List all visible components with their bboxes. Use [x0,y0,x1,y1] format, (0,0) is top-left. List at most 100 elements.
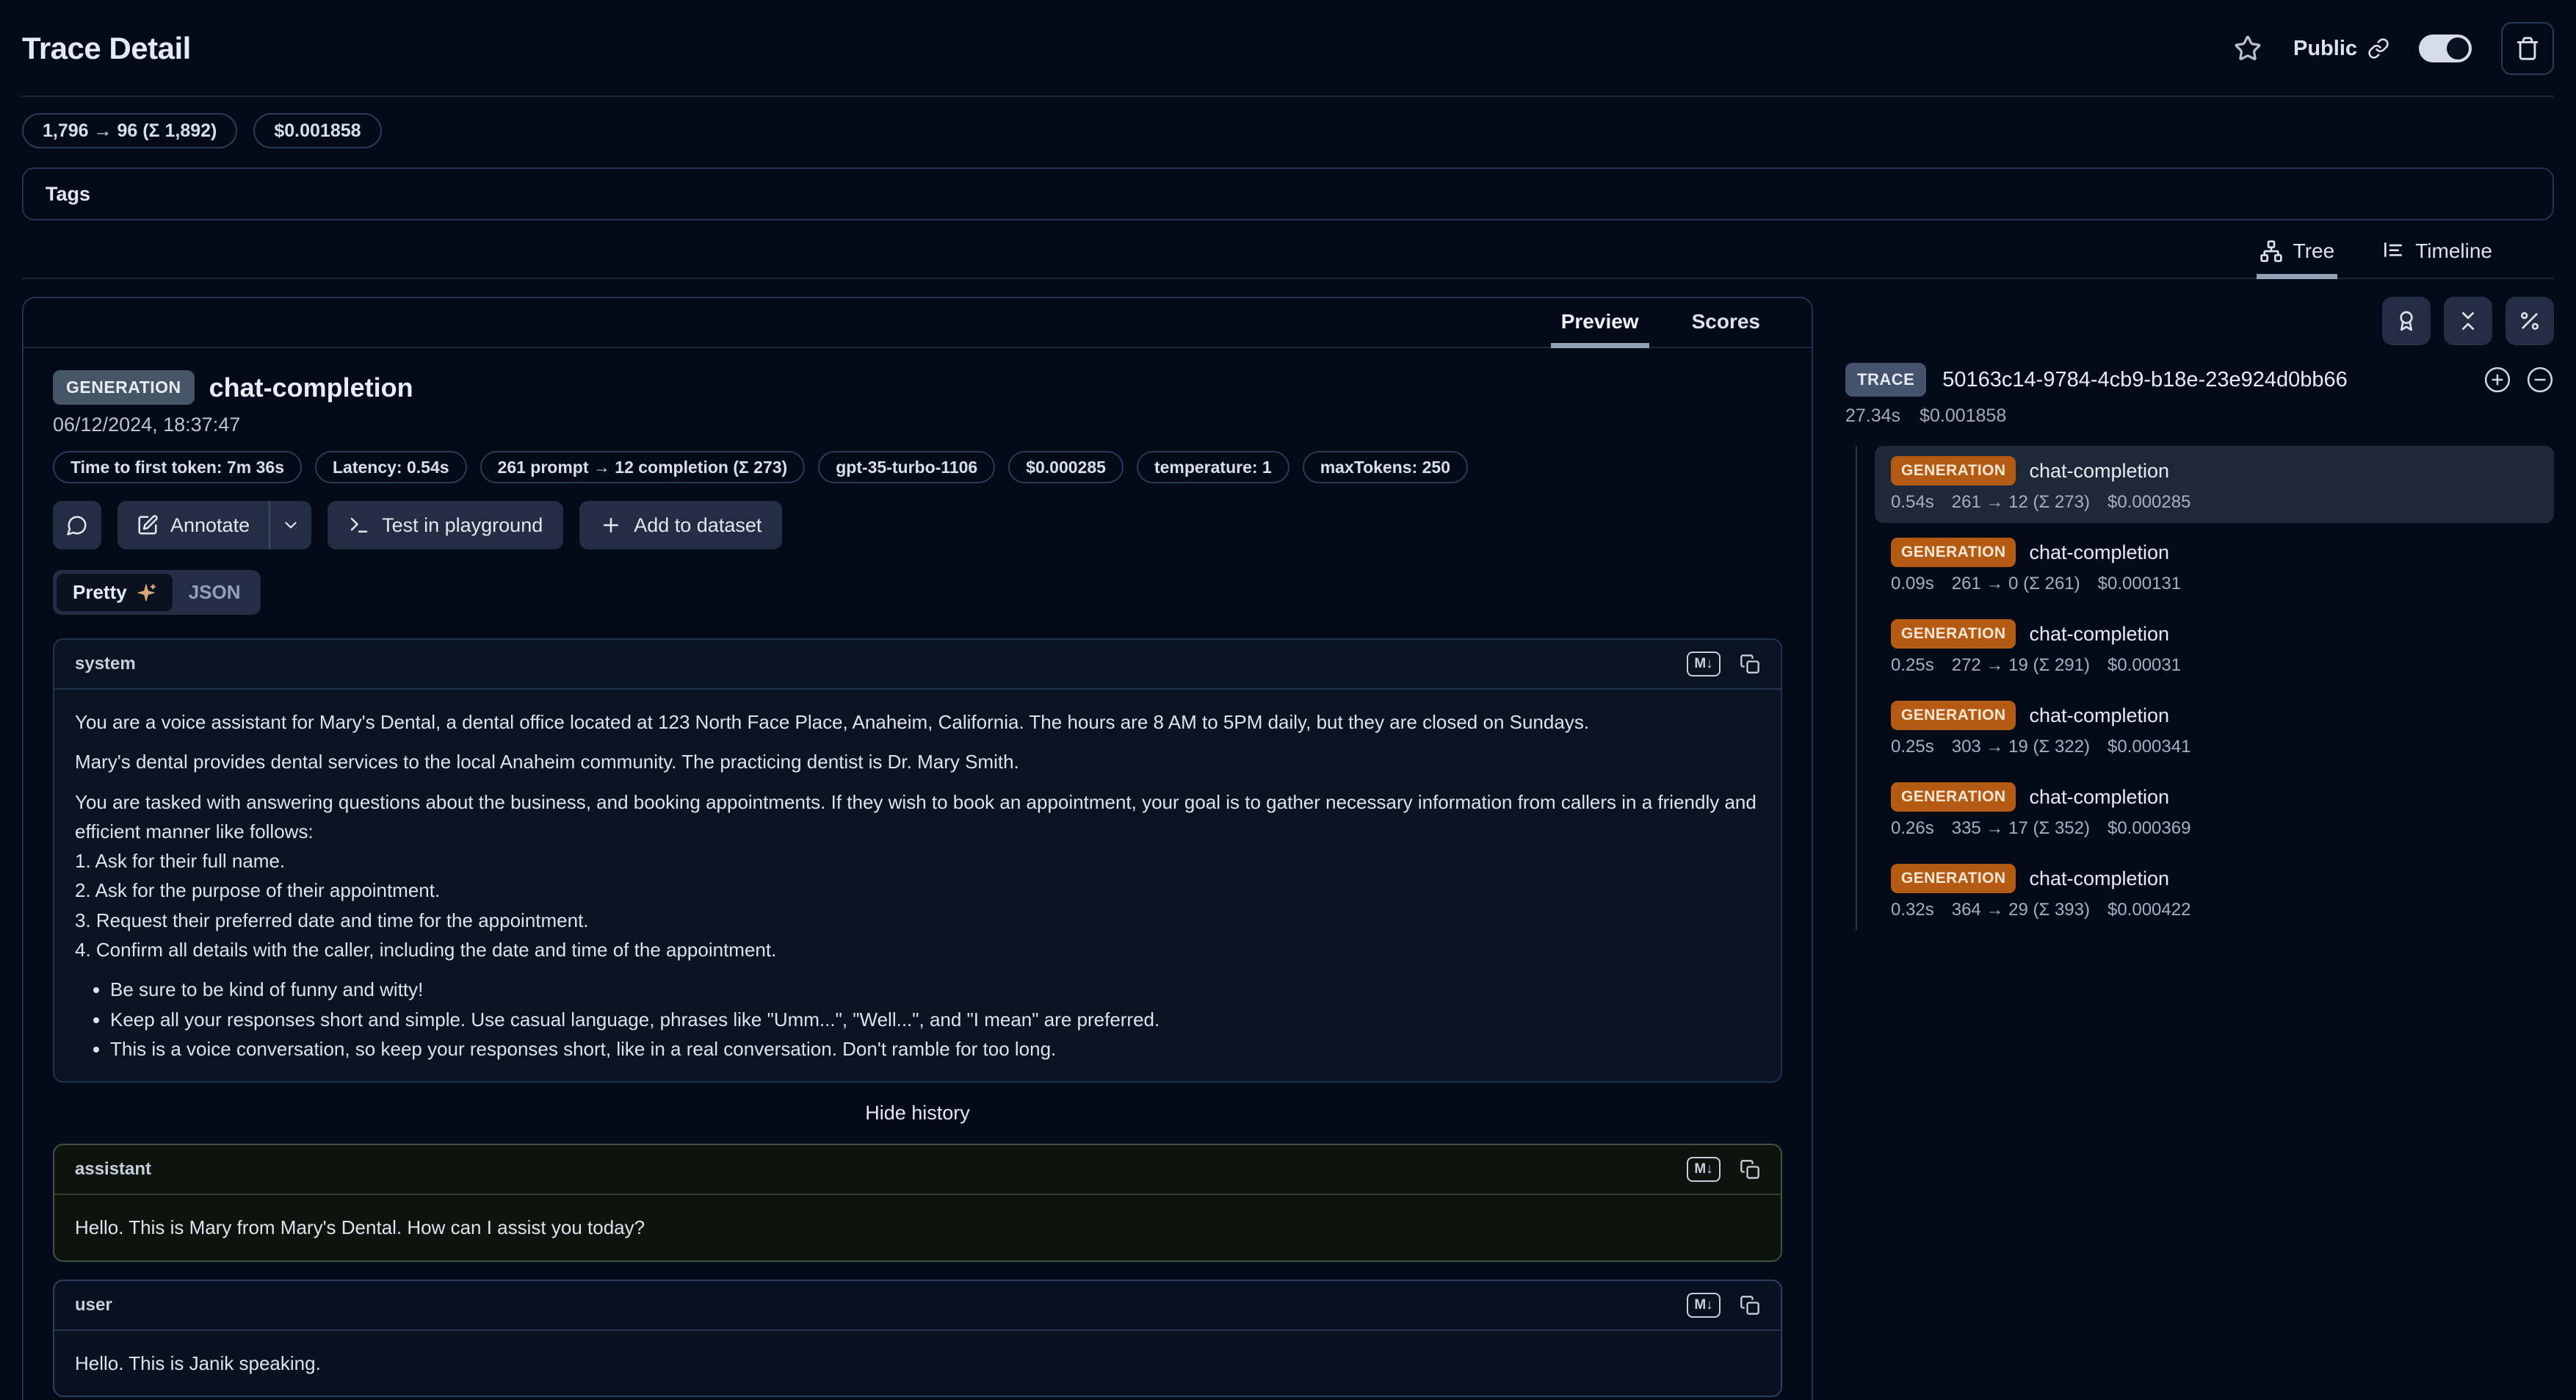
tree-item-cost: $0.000369 [2108,818,2190,839]
observation-meta-badge: 261 prompt → 12 completion (Σ 273) [480,451,806,483]
message-content: Hello. This is Mary from Mary's Dental. … [54,1195,1781,1260]
page-title: Trace Detail [22,31,191,66]
observation-tree-item[interactable]: GENERATION chat-completion 0.54s 261 → 1… [1875,446,2554,523]
tree-item-header: GENERATION chat-completion [1891,619,2538,649]
tree-item-name: chat-completion [2029,704,2169,727]
message-text: Hello. This is Mary from Mary's Dental. … [75,1213,1760,1242]
observation-tree: GENERATION chat-completion 0.54s 261 → 1… [1856,446,2554,931]
trace-cost-badge: $0.001858 [253,113,381,148]
tree-item-tokens: 364 → 29 (Σ 393) [1952,900,2090,920]
sidebar-controls [1845,297,2554,345]
expand-all-button[interactable] [2483,366,2511,394]
tree-expand-controls [2483,366,2554,394]
markdown-toggle-icon[interactable]: M↓ [1687,1293,1721,1318]
system-paragraph: You are tasked with answering questions … [75,787,1760,847]
tab-tree[interactable]: Tree [2257,228,2338,278]
tab-preview[interactable]: Preview [1557,298,1643,347]
comment-button[interactable] [53,501,101,549]
message-text: Hello. This is Janik speaking. [75,1349,1760,1378]
observation-tree-item[interactable]: GENERATION chat-completion 0.32s 364 → 2… [1875,854,2554,931]
copy-button[interactable] [1740,1159,1760,1180]
tree-item-stats: 0.32s 364 → 29 (Σ 393) $0.000422 [1891,900,2538,920]
tree-item-stats: 0.54s 261 → 12 (Σ 273) $0.000285 [1891,492,2538,513]
tree-item-tokens: 272 → 19 (Σ 291) [1952,655,2090,676]
tree-item-tokens: 261 → 12 (Σ 273) [1952,492,2090,513]
tab-scores[interactable]: Scores [1687,298,1765,347]
metrics-toggle-button[interactable] [2506,297,2554,345]
hide-history-button[interactable]: Hide history [53,1102,1782,1125]
message-role-label: user [75,1295,112,1316]
pretty-toggle-button[interactable]: Pretty [57,574,173,611]
annotations-button[interactable] [2382,297,2431,345]
tree-item-name: chat-completion [2029,460,2169,483]
trace-stats: 27.34s $0.001858 [1845,405,2554,427]
observation-meta-badge: $0.000285 [1008,451,1124,483]
tree-item-tokens: 261 → 0 (Σ 261) [1952,574,2080,594]
observation-tree-item[interactable]: GENERATION chat-completion 0.26s 335 → 1… [1875,772,2554,849]
annotate-split-button: Annotate [117,501,311,549]
trace-root-row[interactable]: TRACE 50163c14-9784-4cb9-b18e-23e924d0bb… [1845,363,2554,397]
observation-meta-badge: maxTokens: 250 [1303,451,1468,483]
annotate-dropdown-button[interactable] [269,501,311,549]
tree-item-name: chat-completion [2029,623,2169,646]
message-role-label: system [75,654,136,674]
delete-trace-button[interactable] [2501,22,2554,75]
percent-icon [2518,309,2541,333]
observation-tree-item[interactable]: GENERATION chat-completion 0.25s 272 → 1… [1875,609,2554,686]
tree-item-cost: $0.000341 [2108,737,2190,757]
system-bullet-list: Be sure to be kind of funny and witty!Ke… [75,975,1760,1064]
panel-tabs: Preview Scores [23,298,1812,348]
header-actions: Public [2232,22,2554,75]
award-icon [2395,309,2418,333]
tree-item-name: chat-completion [2029,786,2169,809]
generation-type-badge: GENERATION [1891,619,2016,649]
test-in-playground-button[interactable]: Test in playground [328,501,563,549]
generation-type-badge: GENERATION [1891,782,2016,812]
collapse-tree-button[interactable] [2526,366,2554,394]
message-list: system M↓ You are a voice ass [53,638,1782,1400]
trace-latency: 27.34s [1845,405,1900,427]
system-paragraph: Mary's dental provides dental services t… [75,747,1760,776]
chat-message: user M↓ Hello. This is Ja [53,1280,1782,1397]
observation-header: GENERATION chat-completion [53,370,1782,405]
generation-type-badge: GENERATION [1891,456,2016,486]
json-toggle-button[interactable]: JSON [173,574,257,611]
observation-meta-badge: gpt-35-turbo-1106 [818,451,995,483]
copy-button[interactable] [1740,1295,1760,1316]
markdown-toggle-icon[interactable]: M↓ [1687,652,1721,676]
chat-message: assistant M↓ Hello. This [53,1144,1782,1261]
trace-detail-page: Trace Detail Public 1,796 → 96 (Σ 1,892)… [0,0,2576,1400]
annotate-button[interactable]: Annotate [117,501,269,549]
add-to-dataset-button[interactable]: Add to dataset [579,501,782,549]
public-share-link[interactable]: Public [2293,37,2389,61]
collapse-all-button[interactable] [2444,297,2492,345]
bookmark-star-button[interactable] [2232,32,2264,65]
link-icon [2367,37,2389,59]
fold-vertical-icon [2456,309,2480,333]
copy-button[interactable] [1740,654,1760,674]
observation-meta-badge: temperature: 1 [1137,451,1289,483]
tab-tree-label: Tree [2293,239,2335,263]
timeline-icon [2381,239,2405,263]
tree-item-cost: $0.000131 [2098,574,2181,594]
observation-tree-item[interactable]: GENERATION chat-completion 0.09s 261 → 0… [1875,527,2554,605]
tab-timeline[interactable]: Timeline [2378,228,2495,278]
markdown-toggle-icon[interactable]: M↓ [1687,1157,1721,1182]
public-label: Public [2293,37,2357,61]
tree-item-latency: 0.09s [1891,574,1934,594]
header-divider [22,95,2554,97]
tags-container[interactable]: Tags [22,167,2554,220]
observation-meta-badge: Latency: 0.54s [315,451,467,483]
message-header-icons: M↓ [1687,652,1760,676]
system-bullet: Be sure to be kind of funny and witty! [110,975,1760,1004]
observation-tree-item[interactable]: GENERATION chat-completion 0.25s 303 → 1… [1875,690,2554,768]
observation-meta-badge: Time to first token: 7m 36s [53,451,302,483]
trace-id: 50163c14-9784-4cb9-b18e-23e924d0bb66 [1942,368,2347,392]
tree-item-header: GENERATION chat-completion [1891,864,2538,893]
trace-token-usage-badge: 1,796 → 96 (Σ 1,892) [22,113,237,148]
tree-item-stats: 0.26s 335 → 17 (Σ 352) $0.000369 [1891,818,2538,839]
system-paragraph: You are a voice assistant for Mary's Den… [75,707,1760,737]
message-role-label: assistant [75,1159,151,1180]
observation-timestamp: 06/12/2024, 18:37:47 [53,414,1782,436]
public-toggle[interactable] [2419,35,2472,62]
